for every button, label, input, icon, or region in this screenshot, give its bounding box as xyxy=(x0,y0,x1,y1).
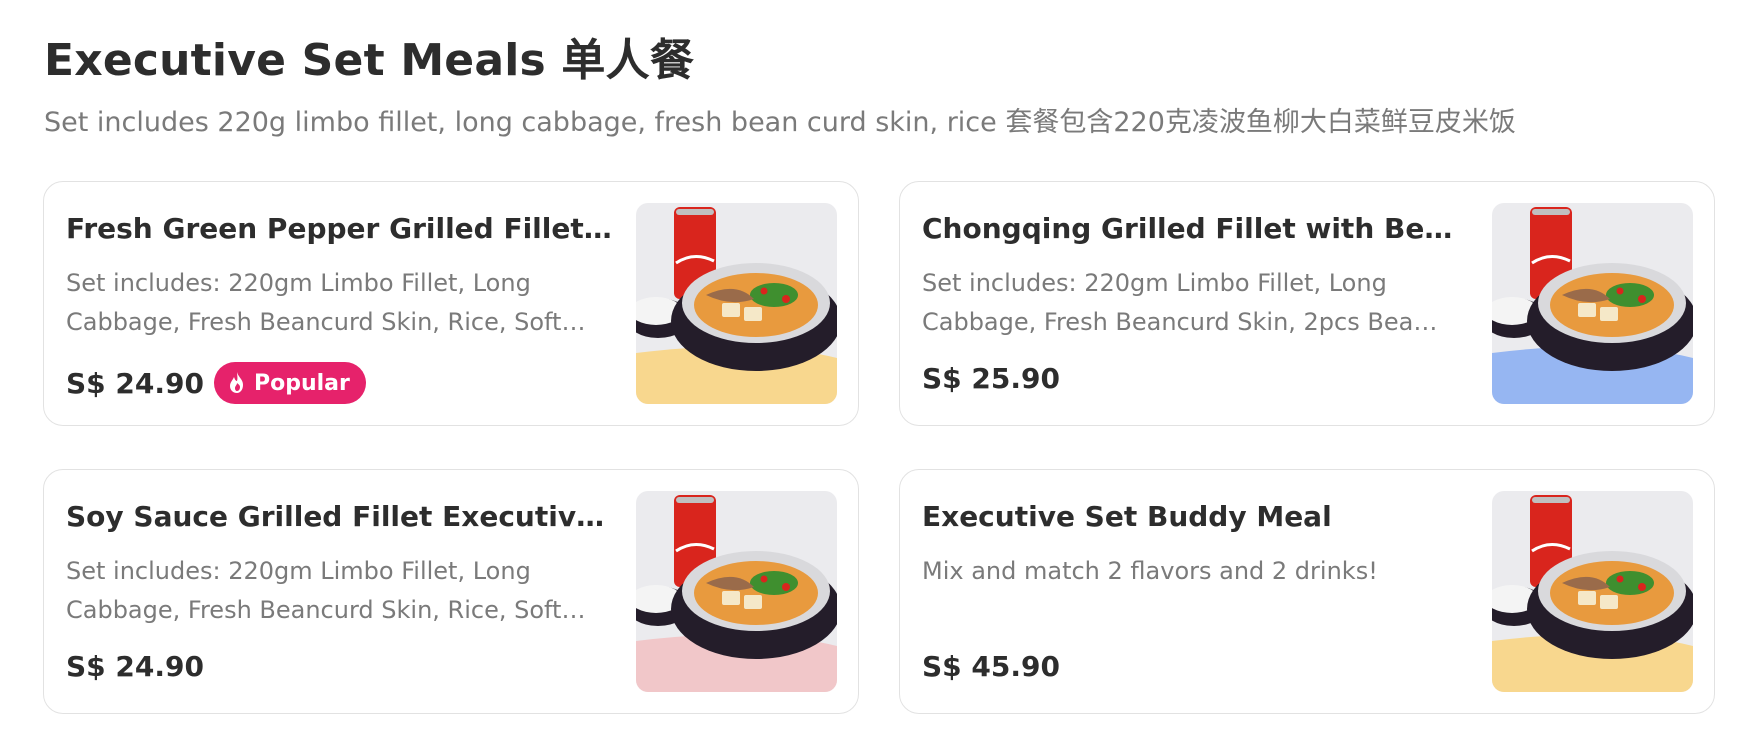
menu-item-image xyxy=(636,203,837,404)
menu-item-description: Set includes: 220gm Limbo Fillet, Long C… xyxy=(922,269,1429,336)
menu-item-price: S$ 24.90 xyxy=(66,366,204,400)
menu-item-image xyxy=(636,491,837,692)
green-pepper-grilled-fillet-photo xyxy=(636,203,837,404)
menu-item-price: S$ 25.90 xyxy=(922,362,1060,395)
popular-badge: Popular xyxy=(213,362,366,404)
menu-item-price: S$ 45.90 xyxy=(922,650,1060,683)
menu-item-title: Soy Sauce Grilled Fillet Executive Set M… xyxy=(66,500,614,533)
menu-item-image xyxy=(1492,491,1693,692)
menu-item-title: Fresh Green Pepper Grilled Fillet Execut… xyxy=(66,212,614,245)
menu-item-description: Set includes: 220gm Limbo Fillet, Long C… xyxy=(66,269,562,336)
menu-item-price-row: S$ 24.90 xyxy=(66,650,204,683)
menu-item-title: Executive Set Buddy Meal xyxy=(922,500,1332,533)
buddy-meal-photo xyxy=(1492,491,1693,692)
menu-item-image xyxy=(1492,203,1693,404)
popular-badge-label: Popular xyxy=(253,370,350,396)
section-title: Executive Set Meals 单人餐 xyxy=(44,35,695,86)
menu-item-price: S$ 24.90 xyxy=(66,650,204,683)
menu-item-title: Chongqing Grilled Fillet with Bean Curd … xyxy=(922,212,1470,245)
menu-item-description: Set includes: 220gm Limbo Fillet, Long C… xyxy=(66,557,562,624)
menu-item-price-row: S$ 24.90 Popular xyxy=(66,362,366,404)
menu-item-card[interactable]: Fresh Green Pepper Grilled Fillet Execut… xyxy=(43,181,859,426)
menu-item-price-row: S$ 45.90 xyxy=(922,650,1060,683)
menu-item-card[interactable]: Soy Sauce Grilled Fillet Executive Set M… xyxy=(43,469,859,714)
menu-item-card[interactable]: Chongqing Grilled Fillet with Bean Curd … xyxy=(899,181,1715,426)
menu-item-card[interactable]: Executive Set Buddy Meal Mix and match 2… xyxy=(899,469,1715,714)
soy-sauce-grilled-fillet-photo xyxy=(636,491,837,692)
menu-item-description: Mix and match 2 flavors and 2 drinks! xyxy=(922,557,1378,585)
flame-icon xyxy=(229,372,243,393)
section-subtitle: Set includes 220g limbo fillet, long cab… xyxy=(44,107,1516,138)
menu-item-price-row: S$ 25.90 xyxy=(922,362,1060,395)
chongqing-grilled-fillet-photo xyxy=(1492,203,1693,404)
